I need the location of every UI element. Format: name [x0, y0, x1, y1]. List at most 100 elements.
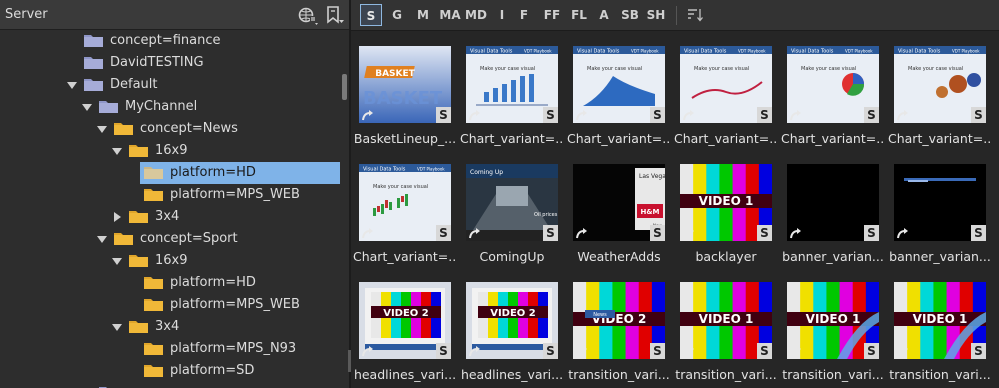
- scene-type-badge: S: [971, 343, 986, 359]
- tree-node-concept-news[interactable]: concept=News: [0, 118, 340, 140]
- expand-chevron-down-icon[interactable]: [112, 148, 122, 155]
- filter-button-sh[interactable]: SH: [644, 4, 668, 26]
- scene-thumbnail-tile[interactable]: VIDEO 2 News Stransition_vari...: [568, 282, 670, 387]
- tree-node-platform-mps-web[interactable]: platform=MPS_WEB: [0, 184, 340, 206]
- tree-scrollbar-thumb[interactable]: [342, 74, 347, 100]
- scene-thumbnail-tile[interactable]: VIDEO 1 S backlayer: [680, 164, 772, 269]
- scene-name-label: BasketLineup_...: [353, 131, 457, 146]
- type-filter-bar: S G M MA MD I F FF FL A SB SH: [351, 0, 999, 31]
- folder-icon: [114, 121, 133, 135]
- svg-text:Make your case visual: Make your case visual: [908, 66, 963, 72]
- tree-node-mychannel[interactable]: MyChannel: [0, 96, 340, 118]
- filter-button-g[interactable]: G: [388, 4, 406, 26]
- filter-button-i[interactable]: I: [495, 4, 509, 26]
- expand-chevron-down-icon[interactable]: [112, 324, 122, 331]
- tree-node-platform-mps-n93[interactable]: platform=MPS_N93: [0, 338, 340, 360]
- tree-node-platform-mps-web[interactable]: platform=MPS_WEB: [0, 294, 340, 316]
- svg-text:Make your case visual: Make your case visual: [801, 66, 856, 72]
- tree-node-label: platform=HD: [170, 165, 256, 180]
- folder-icon: [84, 55, 103, 69]
- tree-node-davidtesting[interactable]: DavidTESTING: [0, 52, 340, 74]
- scene-thumbnail-tile[interactable]: VIDEO 1 Stransition_vari...: [675, 282, 777, 387]
- scene-name-label: backlayer: [695, 249, 757, 264]
- svg-text:Visual Data Tools: Visual Data Tools: [577, 49, 620, 55]
- tree-node-label: 3x4: [155, 209, 180, 224]
- svg-text:VDT Playbook: VDT Playbook: [845, 49, 873, 54]
- server-connect-icon[interactable]: [296, 4, 320, 26]
- expand-chevron-down-icon[interactable]: [112, 258, 122, 265]
- scene-name-label: Chart_variant=...: [888, 131, 992, 146]
- scene-name-label: Chart_variant=...: [460, 131, 564, 146]
- link-arrow-icon: [789, 344, 803, 358]
- scene-thumbnail-tile[interactable]: Sbanner_varian...: [782, 164, 884, 269]
- tree-node-partial[interactable]: [0, 382, 340, 388]
- scene-thumbnail-tile[interactable]: VIDEO 2 Sheadlines_vari...: [354, 282, 456, 387]
- tree-node-platform-sd[interactable]: platform=SD: [0, 360, 340, 382]
- tree-node-concept-sport[interactable]: concept=Sport: [0, 228, 340, 250]
- scene-thumbnail-tile[interactable]: Visual Data Tools VDT Playbook Make your…: [674, 46, 778, 151]
- scene-thumbnail-tile[interactable]: Sbanner_varian...: [889, 164, 991, 269]
- link-arrow-icon: [361, 344, 375, 358]
- tree-node-3x4[interactable]: 3x4: [0, 316, 340, 338]
- svg-text:VDT Playbook: VDT Playbook: [952, 49, 980, 54]
- scene-thumbnail-tile[interactable]: BASKET BASKET S BasketLineup_...: [354, 46, 456, 151]
- scene-thumbnail-tile[interactable]: Visual Data Tools VDT Playbook Make your…: [888, 46, 992, 151]
- scene-preview-image: S: [894, 164, 986, 241]
- filter-button-s[interactable]: S: [360, 4, 382, 26]
- scene-preview-image: VIDEO 1 S: [680, 164, 772, 241]
- scene-thumbnail-tile[interactable]: Las Vegas H&M New S WeatherAdds: [573, 164, 665, 269]
- filter-button-m[interactable]: M: [414, 4, 432, 26]
- filter-button-ma[interactable]: MA: [438, 4, 462, 26]
- folder-icon: [99, 99, 118, 113]
- svg-text:Visual Data Tools: Visual Data Tools: [898, 49, 941, 55]
- svg-text:VDT Playbook: VDT Playbook: [524, 49, 552, 54]
- filter-button-fl[interactable]: FL: [568, 4, 590, 26]
- bookmark-menu-icon[interactable]: [323, 4, 347, 26]
- scene-tree: concept=finance DavidTESTING Default MyC…: [0, 30, 340, 388]
- tree-node-16x9[interactable]: 16x9: [0, 250, 340, 272]
- scene-preview-image: Visual Data Tools VDT Playbook Make your…: [787, 46, 879, 123]
- tree-node-label: 16x9: [155, 143, 188, 158]
- filter-button-md[interactable]: MD: [464, 4, 488, 26]
- panel-header: Server: [0, 0, 349, 30]
- filter-button-f[interactable]: F: [517, 4, 531, 26]
- scene-thumbnail-tile[interactable]: VIDEO 1 Stransition_vari...: [889, 282, 991, 387]
- scene-thumbnail-tile[interactable]: Coming Up Oil prices S ComingUp: [466, 164, 558, 269]
- link-arrow-icon: [468, 226, 482, 240]
- scene-name-label: headlines_vari...: [353, 367, 457, 382]
- scene-name-label: headlines_vari...: [460, 367, 564, 382]
- expand-chevron-down-icon[interactable]: [82, 104, 92, 111]
- expand-chevron-down-icon[interactable]: [97, 236, 107, 243]
- tree-node-platform-hd[interactable]: platform=HD: [0, 162, 340, 184]
- tree-node-platform-hd[interactable]: platform=HD: [0, 272, 340, 294]
- scene-name-label: Chart_variant=...: [674, 131, 778, 146]
- scene-type-badge: S: [864, 343, 879, 359]
- filter-button-a[interactable]: A: [596, 4, 612, 26]
- tree-node-default[interactable]: Default: [0, 74, 340, 96]
- scene-preview-image: Visual Data Tools VDT Playbook Make your…: [680, 46, 772, 123]
- tree-node-concept-finance[interactable]: concept=finance: [0, 30, 340, 52]
- filter-button-ff[interactable]: FF: [541, 4, 563, 26]
- scene-thumbnail-tile[interactable]: Visual Data Tools VDT Playbook Make your…: [781, 46, 885, 151]
- folder-icon: [144, 297, 163, 311]
- folder-icon: [144, 165, 163, 179]
- tree-node-label: concept=finance: [110, 33, 221, 48]
- scene-preview-image: Las Vegas H&M New S: [573, 164, 665, 241]
- scene-thumbnail-tile[interactable]: VIDEO 1 Stransition_vari...: [782, 282, 884, 387]
- tree-node-16x9[interactable]: 16x9: [0, 140, 340, 162]
- link-arrow-icon: [361, 108, 375, 122]
- svg-text:Make your case visual: Make your case visual: [480, 66, 535, 72]
- folder-icon: [114, 231, 133, 245]
- sort-icon[interactable]: [687, 7, 703, 23]
- tree-node-3x4[interactable]: 3x4: [0, 206, 340, 228]
- expand-chevron-down-icon[interactable]: [67, 82, 77, 89]
- scene-type-badge: S: [971, 225, 986, 241]
- scene-type-badge: S: [436, 225, 451, 241]
- filter-button-sb[interactable]: SB: [618, 4, 642, 26]
- expand-chevron-right-icon[interactable]: [114, 212, 121, 222]
- scene-thumbnail-tile[interactable]: Visual Data Tools VDT Playbook Make your…: [567, 46, 671, 151]
- scene-thumbnail-tile[interactable]: VIDEO 2 Sheadlines_vari...: [461, 282, 563, 387]
- scene-thumbnail-tile[interactable]: Visual Data Tools VDT Playbook Make your…: [353, 164, 457, 269]
- expand-chevron-down-icon[interactable]: [97, 126, 107, 133]
- scene-thumbnail-tile[interactable]: Visual Data Tools VDT Playbook Make your…: [460, 46, 564, 151]
